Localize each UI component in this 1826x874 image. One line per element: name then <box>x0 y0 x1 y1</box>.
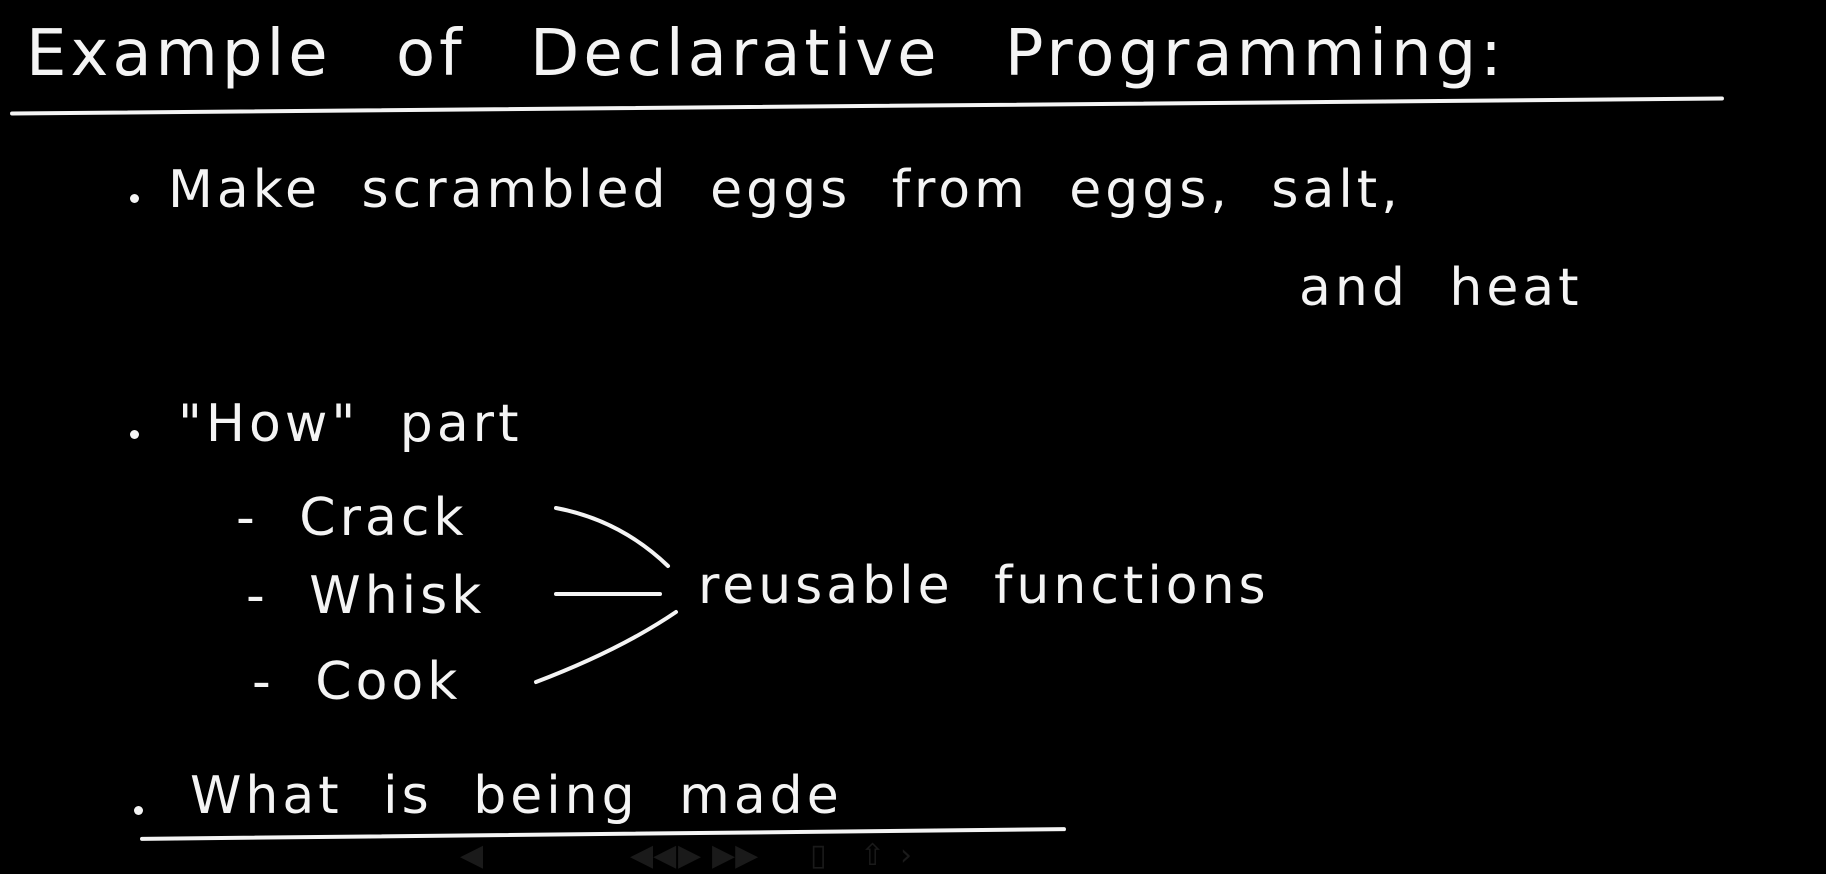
bullet-what-is-being-made: What is being made <box>190 766 843 826</box>
reusable-functions-label: reusable functions <box>698 556 1270 616</box>
rewind-icon[interactable]: ◀◀ <box>630 838 676 874</box>
video-controls: ◀ ◀◀ ▶ ▶▶ ▯ ⇧ › <box>0 838 1826 874</box>
brace-connector <box>534 506 678 684</box>
bullet-dot <box>134 806 143 815</box>
play-icon[interactable]: ▶ <box>678 838 701 874</box>
next-icon[interactable]: › <box>900 838 912 874</box>
fast-forward-icon[interactable]: ▶▶ <box>712 838 758 874</box>
fullscreen-icon[interactable]: ▯ <box>810 838 827 874</box>
volume-icon[interactable]: ◀ <box>460 838 483 874</box>
share-icon[interactable]: ⇧ <box>860 838 885 874</box>
